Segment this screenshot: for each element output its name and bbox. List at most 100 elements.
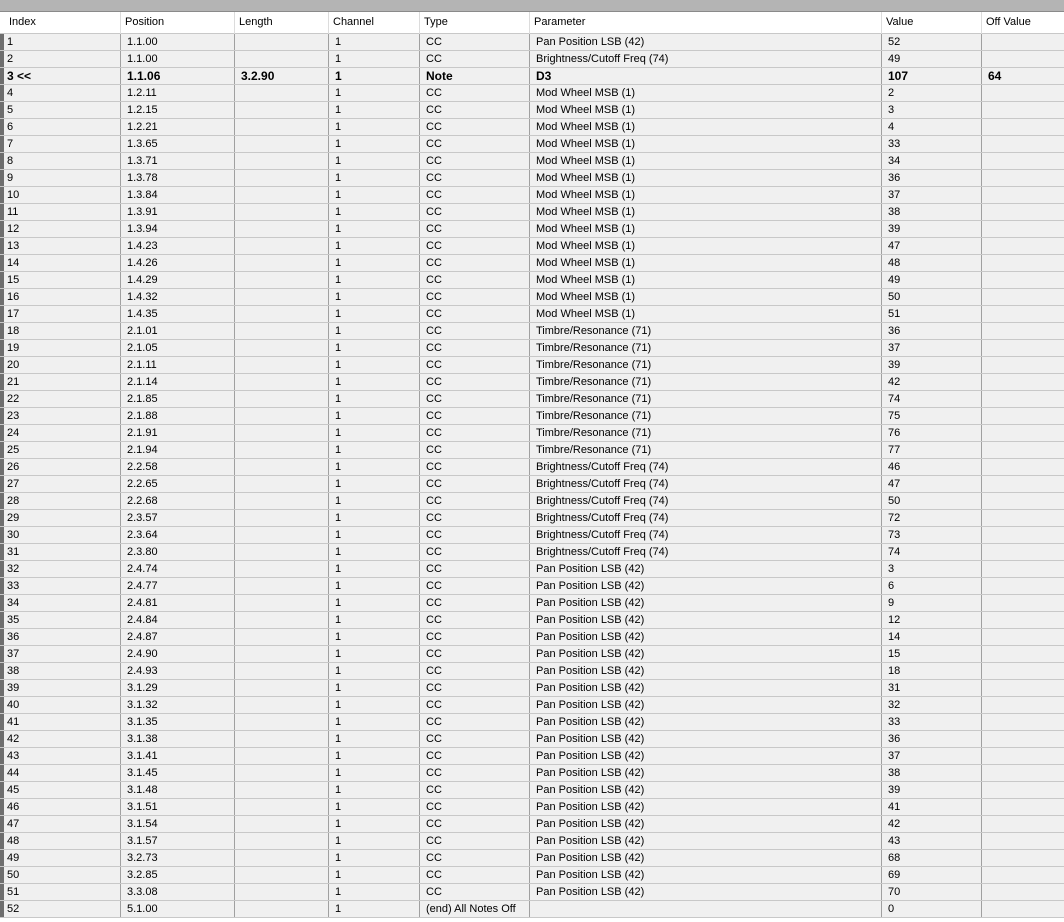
length-cell[interactable]: 3.2.90: [235, 68, 329, 84]
channel-cell[interactable]: 1: [329, 374, 420, 390]
length-cell[interactable]: [235, 544, 329, 560]
position-cell[interactable]: 2.1.91: [121, 425, 235, 441]
value-cell[interactable]: 36: [882, 323, 982, 339]
length-cell[interactable]: [235, 816, 329, 832]
length-cell[interactable]: [235, 510, 329, 526]
off-value-cell[interactable]: [982, 782, 1064, 798]
table-row[interactable]: 42 3.1.38 1 CC Pan Position LSB (42) 36: [0, 731, 1064, 748]
length-cell[interactable]: [235, 408, 329, 424]
index-cell[interactable]: 41: [0, 714, 121, 730]
off-value-cell[interactable]: [982, 663, 1064, 679]
position-cell[interactable]: 3.1.57: [121, 833, 235, 849]
off-value-cell[interactable]: [982, 51, 1064, 67]
parameter-cell[interactable]: Mod Wheel MSB (1): [530, 272, 882, 288]
type-cell[interactable]: CC: [420, 136, 530, 152]
index-cell[interactable]: 45: [0, 782, 121, 798]
table-row[interactable]: 30 2.3.64 1 CC Brightness/Cutoff Freq (74) 73: [0, 527, 1064, 544]
type-cell[interactable]: CC: [420, 357, 530, 373]
channel-cell[interactable]: 1: [329, 850, 420, 866]
table-row[interactable]: 37 2.4.90 1 CC Pan Position LSB (42) 15: [0, 646, 1064, 663]
position-cell[interactable]: 1.2.15: [121, 102, 235, 118]
off-value-cell[interactable]: [982, 408, 1064, 424]
value-cell[interactable]: 73: [882, 527, 982, 543]
off-value-cell[interactable]: [982, 697, 1064, 713]
table-row[interactable]: 51 3.3.08 1 CC Pan Position LSB (42) 70: [0, 884, 1064, 901]
length-cell[interactable]: [235, 850, 329, 866]
off-value-cell[interactable]: [982, 544, 1064, 560]
position-cell[interactable]: 3.2.85: [121, 867, 235, 883]
parameter-cell[interactable]: Pan Position LSB (42): [530, 731, 882, 747]
value-cell[interactable]: 38: [882, 765, 982, 781]
index-cell[interactable]: 34: [0, 595, 121, 611]
type-cell[interactable]: CC: [420, 595, 530, 611]
channel-cell[interactable]: 1: [329, 561, 420, 577]
value-cell[interactable]: 76: [882, 425, 982, 441]
length-cell[interactable]: [235, 51, 329, 67]
type-cell[interactable]: Note: [420, 68, 530, 84]
parameter-cell[interactable]: Timbre/Resonance (71): [530, 323, 882, 339]
type-cell[interactable]: CC: [420, 323, 530, 339]
value-cell[interactable]: 37: [882, 340, 982, 356]
type-cell[interactable]: CC: [420, 85, 530, 101]
type-cell[interactable]: CC: [420, 493, 530, 509]
value-cell[interactable]: 39: [882, 782, 982, 798]
length-cell[interactable]: [235, 595, 329, 611]
position-cell[interactable]: 1.3.78: [121, 170, 235, 186]
column-header-channel[interactable]: Channel: [329, 12, 420, 34]
parameter-cell[interactable]: Timbre/Resonance (71): [530, 357, 882, 373]
parameter-cell[interactable]: Pan Position LSB (42): [530, 833, 882, 849]
channel-cell[interactable]: 1: [329, 578, 420, 594]
table-row[interactable]: 28 2.2.68 1 CC Brightness/Cutoff Freq (74) 50: [0, 493, 1064, 510]
position-cell[interactable]: 1.1.06: [121, 68, 235, 84]
value-cell[interactable]: 2: [882, 85, 982, 101]
value-cell[interactable]: 50: [882, 493, 982, 509]
table-row[interactable]: 12 1.3.94 1 CC Mod Wheel MSB (1) 39: [0, 221, 1064, 238]
index-cell[interactable]: 27: [0, 476, 121, 492]
type-cell[interactable]: CC: [420, 816, 530, 832]
off-value-cell[interactable]: [982, 221, 1064, 237]
position-cell[interactable]: 1.4.26: [121, 255, 235, 271]
channel-cell[interactable]: 1: [329, 51, 420, 67]
parameter-cell[interactable]: Mod Wheel MSB (1): [530, 136, 882, 152]
channel-cell[interactable]: 1: [329, 731, 420, 747]
value-cell[interactable]: 37: [882, 187, 982, 203]
value-cell[interactable]: 0: [882, 901, 982, 917]
length-cell[interactable]: [235, 306, 329, 322]
channel-cell[interactable]: 1: [329, 136, 420, 152]
value-cell[interactable]: 50: [882, 289, 982, 305]
channel-cell[interactable]: 1: [329, 646, 420, 662]
value-cell[interactable]: 15: [882, 646, 982, 662]
length-cell[interactable]: [235, 357, 329, 373]
channel-cell[interactable]: 1: [329, 340, 420, 356]
position-cell[interactable]: 2.4.93: [121, 663, 235, 679]
index-cell[interactable]: 1: [0, 34, 121, 50]
length-cell[interactable]: [235, 170, 329, 186]
value-cell[interactable]: 74: [882, 391, 982, 407]
index-cell[interactable]: 24: [0, 425, 121, 441]
parameter-cell[interactable]: Pan Position LSB (42): [530, 748, 882, 764]
channel-cell[interactable]: 1: [329, 289, 420, 305]
index-cell[interactable]: 16: [0, 289, 121, 305]
channel-cell[interactable]: 1: [329, 408, 420, 424]
channel-cell[interactable]: 1: [329, 663, 420, 679]
type-cell[interactable]: CC: [420, 867, 530, 883]
value-cell[interactable]: 48: [882, 255, 982, 271]
off-value-cell[interactable]: [982, 187, 1064, 203]
length-cell[interactable]: [235, 782, 329, 798]
position-cell[interactable]: 1.1.00: [121, 51, 235, 67]
table-row[interactable]: 14 1.4.26 1 CC Mod Wheel MSB (1) 48: [0, 255, 1064, 272]
value-cell[interactable]: 9: [882, 595, 982, 611]
position-cell[interactable]: 5.1.00: [121, 901, 235, 917]
type-cell[interactable]: CC: [420, 374, 530, 390]
index-cell[interactable]: 14: [0, 255, 121, 271]
type-cell[interactable]: CC: [420, 442, 530, 458]
parameter-cell[interactable]: Timbre/Resonance (71): [530, 442, 882, 458]
type-cell[interactable]: CC: [420, 408, 530, 424]
channel-cell[interactable]: 1: [329, 680, 420, 696]
length-cell[interactable]: [235, 646, 329, 662]
index-cell[interactable]: 50: [0, 867, 121, 883]
index-cell[interactable]: 48: [0, 833, 121, 849]
value-cell[interactable]: 33: [882, 714, 982, 730]
position-cell[interactable]: 1.3.91: [121, 204, 235, 220]
index-cell[interactable]: 47: [0, 816, 121, 832]
